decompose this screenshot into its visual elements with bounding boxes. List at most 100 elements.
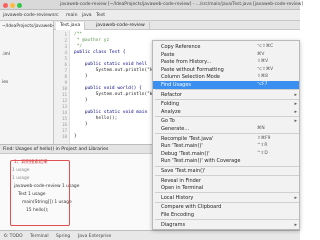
line-number: 14 [61, 110, 67, 115]
line-number: 5 [64, 56, 67, 61]
submenu-arrow-icon: ▸ [294, 118, 297, 125]
tree-item[interactable]: ~/IdeaProjects/javaweb-co [2, 24, 59, 29]
line-number: 6 [64, 62, 67, 67]
tree-item[interactable]: ies [2, 80, 8, 85]
menu-item-label: Debug 'Test.main()' [161, 150, 210, 157]
menu-item-run-test-main-with-coverage[interactable]: Run 'Test.main()' with Coverage [153, 157, 299, 165]
line-number: 18 [61, 134, 67, 139]
code-editor[interactable]: /** * @author yz */public class Test { p… [72, 30, 152, 144]
line-number: 4 [64, 50, 67, 55]
menu-item-save-test-main[interactable]: Save 'Test.main()' [153, 167, 299, 175]
menu-item-generate[interactable]: Generate... ⌘N [153, 125, 299, 133]
submenu-arrow-icon: ▸ [294, 221, 297, 228]
menu-item-label: Paste [161, 51, 175, 58]
code-line: System.out.println("W [74, 92, 152, 97]
line-number: 17 [61, 128, 67, 133]
menu-item-open-in-terminal[interactable]: Open in Terminal [153, 184, 299, 192]
status-tab-spring[interactable]: Spring [56, 234, 70, 239]
menu-item-label: Refactor [161, 91, 182, 98]
window-title: javaweb-code-review [~/IdeaProjects/java… [60, 2, 304, 7]
menu-item-file-encoding[interactable]: File Encoding [153, 211, 299, 219]
menu-item-label: Reveal in Finder [161, 177, 201, 184]
find-tab[interactable]: Find: Usages of hello() in Project and L… [3, 147, 108, 152]
code-line: /** [74, 32, 83, 37]
menu-item-label: Find Usages [161, 82, 192, 88]
menu-item-diagrams[interactable]: Diagrams ▸ [153, 221, 299, 229]
line-number: 1 [64, 32, 67, 37]
menu-item-label: Run 'Test.main()' [161, 143, 203, 150]
tab-test-java[interactable]: Test.java [56, 22, 86, 30]
submenu-arrow-icon: ▸ [294, 108, 297, 115]
code-line: * @author yz [74, 38, 110, 43]
menu-item-label: Column Selection Mode [161, 74, 220, 81]
tree-item[interactable]: .iml [2, 52, 10, 57]
menu-item-shortcut: ⇧⌘8 [257, 74, 268, 80]
menu-item-shortcut: ⌘N [257, 126, 265, 131]
menu-item-label: Compare with Clipboard [161, 204, 222, 211]
breadcrumb-test[interactable]: Test [96, 13, 105, 18]
menu-item-label: Open in Terminal [161, 185, 204, 192]
line-number: 8 [64, 74, 67, 79]
navigation-bar: javaweb-code-review src main java Test [0, 10, 300, 21]
code-line: System.out.println("H [74, 68, 152, 73]
code-line: public static void main [74, 110, 148, 115]
menu-item-label: Recompile 'Test.java' [161, 135, 214, 142]
menu-item-label: Save 'Test.main()' [161, 168, 206, 174]
line-number: 16 [61, 122, 67, 127]
editor-tab-bar: Test.java javaweb-code-review [54, 21, 300, 30]
line-number: 2 [64, 38, 67, 43]
tab-label: javaweb-code-review [96, 23, 145, 28]
status-tab-java-enterprise[interactable]: Java Enterprise [78, 234, 111, 239]
breadcrumb-java[interactable]: java [82, 13, 92, 18]
submenu-arrow-icon: ▸ [294, 194, 297, 201]
status-bar: 6: TODO Terminal Spring Java Enterprise [0, 230, 300, 240]
menu-item-shortcut: ⇧⌘F9 [257, 135, 271, 141]
zoom-window-button[interactable] [17, 3, 22, 8]
line-number: 3 [64, 44, 67, 49]
menu-item-label: Paste from History... [161, 59, 212, 66]
menu-item-local-history[interactable]: Local History ▸ [153, 194, 299, 202]
annotation-box [10, 160, 70, 226]
breadcrumb-project[interactable]: javaweb-code-review [3, 13, 52, 18]
menu-item-label: File Encoding [161, 212, 194, 218]
find-tool-window-header: Find: Usages of hello() in Project and L… [0, 144, 152, 154]
status-tab-terminal[interactable]: Terminal [30, 234, 49, 239]
tab-project[interactable]: javaweb-code-review [92, 22, 150, 30]
project-panel: ~/IdeaProjects/javaweb-co .iml ies [0, 21, 59, 144]
line-number: 10 [61, 86, 67, 91]
menu-item-shortcut: ⌥⇧⌘V [257, 66, 274, 72]
code-line: public void world() { [74, 86, 142, 91]
menu-item-shortcut: ⌥F7 [257, 82, 268, 87]
menu-item-label: Paste without Formatting [161, 66, 224, 73]
status-tab-todo[interactable]: 6: TODO [4, 234, 23, 239]
line-number: 11 [61, 92, 67, 97]
menu-separator [155, 228, 299, 229]
code-line: public class Test { [74, 50, 126, 55]
title-bar: javaweb-code-review [~/IdeaProjects/java… [0, 0, 304, 10]
menu-item-label: Diagrams [161, 221, 186, 228]
menu-item-shortcut: ^⇧R [257, 143, 268, 149]
menu-item-shortcut: ⇧⌘V [257, 59, 269, 65]
tab-label: Test.java [60, 23, 81, 28]
menu-item-analyze[interactable]: Analyze ▸ [153, 108, 299, 116]
line-number: 12 [61, 98, 67, 103]
menu-item-label: Folding [161, 101, 180, 108]
code-line: } [74, 98, 88, 103]
minimize-window-button[interactable] [10, 3, 15, 8]
menu-item-shortcut: ⌘V [257, 51, 265, 57]
menu-item-find-usages[interactable]: Find Usages ⌥F7 [153, 81, 299, 89]
line-number: 7 [64, 68, 67, 73]
breadcrumb-src[interactable]: src [52, 13, 59, 18]
menu-item-shortcut: ⌥⇧⌘C [257, 44, 274, 49]
menu-item-refactor[interactable]: Refactor ▸ [153, 91, 299, 99]
menu-item-label: Generate... [161, 126, 190, 132]
editor-context-menu: Copy Reference ⌥⇧⌘C Paste ⌘V Paste from Hist… [152, 40, 300, 230]
breadcrumb-main[interactable]: main [66, 13, 77, 18]
menu-item-label: Run 'Test.main()' with Coverage [161, 158, 241, 165]
close-window-button[interactable] [3, 3, 8, 8]
menu-item-label: Copy Reference [161, 44, 201, 50]
line-number-gutter: 1 2 3 4 5 6 7 8 9 10 11 12 13 14 15 16 17 18 [54, 30, 70, 144]
menu-item-shortcut: ^⇧D [257, 150, 268, 156]
code-line: } [74, 134, 77, 139]
code-line: public static void hell [74, 62, 148, 67]
